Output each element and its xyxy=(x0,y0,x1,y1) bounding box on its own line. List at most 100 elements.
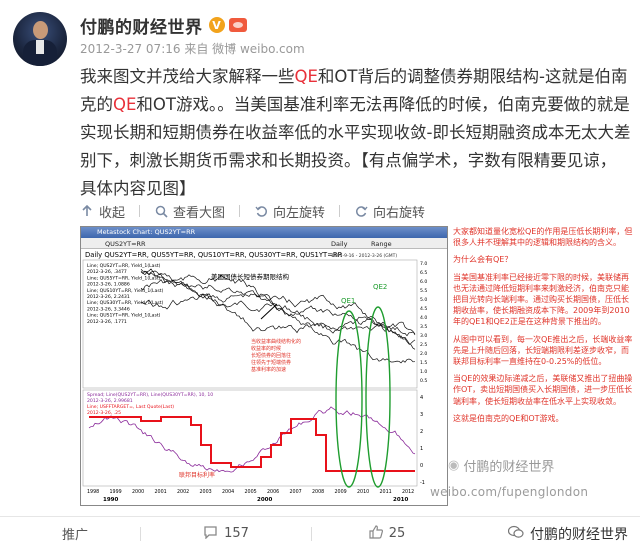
promote-label: 推广 xyxy=(62,528,89,543)
qe2-circle xyxy=(365,306,391,488)
post-text-highlight: QE xyxy=(294,67,318,86)
rotate-left-button[interactable]: 向左旋转 xyxy=(254,202,325,221)
toolbar-divider xyxy=(139,205,141,217)
upper-legend: Line; QUS2YT=RR, Yield_1(Last) 2012-3-26,… xyxy=(87,263,164,325)
x-tick: 2007 xyxy=(290,489,302,495)
author-name[interactable]: 付鹏的财经世界 xyxy=(80,13,203,38)
avatar-shirt xyxy=(36,40,44,54)
promote-button[interactable]: 推广 xyxy=(0,517,140,550)
chart-symbol-field: QUS2YT=RR xyxy=(105,240,146,248)
x-tick: 2004 xyxy=(222,489,234,495)
footer-brand-name: 付鹏的财经世界 xyxy=(530,527,628,543)
upper-legend-line: Line; QUS30YT=RR, Yield_1(Last) xyxy=(87,300,164,306)
post-text-highlight: QE xyxy=(113,95,137,114)
author-line: 付鹏的财经世界 V xyxy=(80,13,247,38)
x-decade-label: 2010 xyxy=(393,497,408,503)
x-tick: 1998 xyxy=(87,489,99,495)
upper-y-tick: 5.5 xyxy=(420,288,427,294)
upper-y-tick: 0.5 xyxy=(420,378,427,384)
x-tick: 2009 xyxy=(335,489,347,495)
lower-y-axis: 4 3 2 1 0 -1 xyxy=(420,395,425,486)
lower-y-tick: 1 xyxy=(420,446,423,452)
x-tick: 2000 xyxy=(132,489,144,495)
view-large-button[interactable]: 查看大图 xyxy=(154,202,225,221)
watermark-name: ◉ 付鹏的财经世界 xyxy=(448,456,630,475)
member-badge-icon xyxy=(228,18,247,32)
upper-y-tick: 5.0 xyxy=(420,297,427,303)
upper-legend-line: Line; QUS10YT=RR, Yield_1(Last) xyxy=(87,288,164,294)
post-text-part: 和OT游戏。。当美国基准利率无法再降低的时候，伯南克要做的就是实现长期和短期债券… xyxy=(80,95,631,198)
x-decade-label: 1990 xyxy=(103,497,118,503)
x-tick: 2002 xyxy=(177,489,189,495)
rotate-right-button[interactable]: 向右旋转 xyxy=(354,202,425,221)
upper-y-tick: 1.0 xyxy=(420,369,427,375)
lower-legend-line: 2012-3-26, 2.99681 xyxy=(87,398,133,404)
like-count: 25 xyxy=(388,526,406,541)
x-decade-label: 2000 xyxy=(257,497,272,503)
upper-y-tick: 6.5 xyxy=(420,270,427,276)
rotate-right-icon xyxy=(354,204,368,218)
upper-y-tick: 7.0 xyxy=(420,261,427,267)
lower-legend-line: Spread; Line(QUS2YT=RR), Line(QUS30YT=RR… xyxy=(87,392,213,398)
upper-legend-line: 2012-3-26, 3.3446 xyxy=(87,306,130,312)
chart-symbols-line: Daily QUS2YT=RR, QUS5YT=RR, QUS10YT=RR, … xyxy=(85,251,343,259)
lower-y-tick: 2 xyxy=(420,429,423,435)
lower-legend-line: Line; USFFTARGET=, Last Quote(Last) xyxy=(87,404,174,410)
side-note-paragraph: 这就是伯南克的QE和OT游戏。 xyxy=(453,413,564,423)
comment-icon xyxy=(203,525,218,543)
lower-y-tick: 0 xyxy=(420,463,423,469)
verified-badge-icon: V xyxy=(208,17,225,33)
upper-y-tick: 2.5 xyxy=(420,342,427,348)
toolbar-divider xyxy=(339,205,341,217)
metastock-window: Metastock Chart: QUS2YT=RR QUS2YT=RR Dai… xyxy=(80,226,448,506)
annotation-arrow xyxy=(260,303,278,320)
image-toolbar: 收起 查看大图 向左旋转 向右旋转 xyxy=(80,200,447,222)
upper-legend-line: Line; QUS2YT=RR, Yield_1(Last) xyxy=(87,263,161,269)
watermark-name-text: 付鹏的财经世界 xyxy=(463,460,555,475)
rotate-left-label: 向左旋转 xyxy=(273,205,326,221)
side-note: 大家都知道量化宽松QE的作用是压低长期利率，但很多人并不理解其中的逻辑和期限结构… xyxy=(453,226,633,430)
chart-range-field: Range xyxy=(371,240,392,248)
upper-y-tick: 1.5 xyxy=(420,360,427,366)
x-tick: 2010 xyxy=(357,489,369,495)
chart-date-range: 1997-9-16 - 2012-3-26 (GMT) xyxy=(331,253,397,259)
post-text-part: 我来图文并茂给大家解释一些 xyxy=(80,67,295,86)
yield-series-line xyxy=(140,271,416,337)
comment-count: 157 xyxy=(224,526,249,541)
lower-legend: Spread; Line(QUS2YT=RR), Line(QUS30YT=RR… xyxy=(87,392,213,416)
upper-y-tick: 4.5 xyxy=(420,306,427,312)
upper-y-tick: 3.0 xyxy=(420,333,427,339)
weibo-watermark: ◉ 付鹏的财经世界 weibo.com/fupenglondon xyxy=(430,456,630,499)
x-tick: 2012 xyxy=(402,489,414,495)
collapse-label: 收起 xyxy=(99,205,126,221)
side-note-paragraph: 当QE的效果边际递减之后，美联储又推出了扭曲操作OT，卖出短期国债买入长期国债，… xyxy=(453,374,633,406)
fed-target-label: 联邦目标利率 xyxy=(179,471,215,479)
lower-y-tick: -1 xyxy=(420,480,425,486)
yield-chart: Daily QUS2YT=RR, QUS5YT=RR, QUS10YT=RR, … xyxy=(82,251,427,503)
side-note-paragraph: 为什么会有QE？ xyxy=(453,255,513,265)
weibo-logo-icon: ◉ xyxy=(448,458,460,473)
comment-button[interactable]: 157 xyxy=(141,517,311,550)
post-meta: 2012-3-27 07:16 来自 微博 weibo.com xyxy=(80,42,305,56)
upper-legend-line: Line; QUS1YT=RR, Yield_1(Last) xyxy=(87,313,161,319)
x-tick: 2003 xyxy=(200,489,212,495)
upper-y-tick: 2.0 xyxy=(420,351,427,357)
upper-legend-line: Line; QUS5YT=RR, Yield_1(Last) xyxy=(87,275,161,281)
annotation-convergence: 当收益率曲线结构化的 收益率的时候 长短债券的回落往 往领先于短端债券 基准利率… xyxy=(251,338,303,373)
qe2-label: QE2 xyxy=(373,283,387,291)
author-avatar[interactable] xyxy=(13,12,67,66)
lower-y-tick: 3 xyxy=(420,412,423,418)
arrow-up-icon xyxy=(80,204,94,218)
collapse-button[interactable]: 收起 xyxy=(80,202,125,221)
like-button[interactable]: 25 xyxy=(312,517,462,550)
upper-legend-line: 2012-3-26, 2.2431 xyxy=(87,294,130,300)
upper-legend-line: 2012-3-26, .1771 xyxy=(87,319,127,325)
x-tick: 2011 xyxy=(380,489,392,495)
wechat-icon xyxy=(507,525,524,543)
rotate-left-icon xyxy=(254,204,268,218)
side-note-paragraph: 大家都知道量化宽松QE的作用是压低长期利率，但很多人并不理解其中的逻辑和期限结构… xyxy=(453,227,633,248)
x-tick: 1999 xyxy=(110,489,122,495)
chart-window-title: Metastock Chart: QUS2YT=RR xyxy=(97,228,196,236)
footer-brand: 付鹏的财经世界 xyxy=(507,524,628,544)
chart-window-toolbar: QUS2YT=RR Daily Range xyxy=(81,238,447,249)
